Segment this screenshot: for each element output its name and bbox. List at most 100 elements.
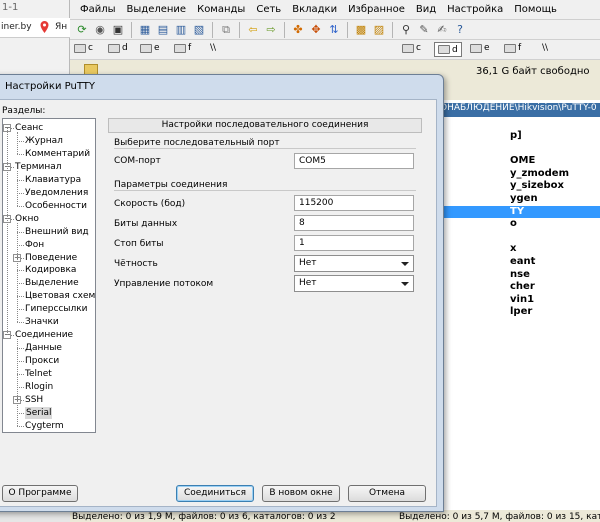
bookmark-label-2[interactable]: Ян xyxy=(55,22,67,32)
about-button[interactable]: О Программе xyxy=(2,485,78,502)
connect-button[interactable]: Соединиться xyxy=(176,485,254,502)
com-port-input[interactable]: COM5 xyxy=(294,153,414,169)
tc-menu-item[interactable]: Сеть xyxy=(256,4,281,15)
chevron-down-icon xyxy=(401,282,409,286)
tc-file-row[interactable]: p] xyxy=(438,130,600,143)
tc-right-path[interactable]: ОНАБЛЮДЕНИЕ\Hikvision\PuTTY-0 xyxy=(438,103,600,117)
tree-item-child[interactable]: Serial xyxy=(25,406,53,419)
back-icon[interactable]: ⇦ xyxy=(245,22,261,38)
tc-file-row[interactable]: o xyxy=(438,218,600,231)
tree-item-child[interactable]: Гиперссылки xyxy=(25,303,88,315)
tree-item-child[interactable]: Cygterm xyxy=(25,420,64,432)
tree-item-root[interactable]: Соединение xyxy=(15,329,73,341)
open-new-window-button[interactable]: В новом окне xyxy=(262,485,340,502)
tc-file-row[interactable]: cher xyxy=(438,281,600,294)
tc-menu-item[interactable]: Вид xyxy=(416,4,436,15)
category-tree[interactable]: Сеанс − Журнал Комментарий Терминал − Клавиату… xyxy=(2,118,96,433)
tree-item-child[interactable]: Фон xyxy=(25,239,44,251)
flow-control-select[interactable]: Нет xyxy=(294,275,414,292)
binoculars-icon[interactable]: ⚲ xyxy=(398,22,414,38)
tc-file-row[interactable]: eant xyxy=(438,256,600,269)
tree-item-child[interactable]: SSH xyxy=(25,394,43,406)
drive-f-left[interactable]: f xyxy=(174,43,191,53)
drive-c-left[interactable]: c xyxy=(74,43,93,53)
browser-bookmarks-bar[interactable]: iner.by Ян xyxy=(0,18,70,38)
tree-item-child[interactable]: Уведомления xyxy=(25,187,88,199)
putty-titlebar[interactable]: Настройки PuTTY xyxy=(0,75,443,97)
cancel-button[interactable]: Отмена xyxy=(348,485,426,502)
drive-f-right[interactable]: f xyxy=(504,43,521,53)
tree-item-child[interactable]: Прокси xyxy=(25,355,59,367)
refresh-icon[interactable]: ⟳ xyxy=(74,22,90,38)
terminal-icon[interactable]: ▣ xyxy=(110,22,126,38)
tc-menu-item[interactable]: Избранное xyxy=(348,4,405,15)
tc-file-row[interactable]: x xyxy=(438,243,600,256)
speed-input[interactable]: 115200 xyxy=(294,195,414,211)
tree-item-child[interactable]: Кодировка xyxy=(25,264,76,276)
tc-right-file-list[interactable]: p] OME y_zmodem y_sizebox ygen TY o x eant nse che… xyxy=(438,130,600,319)
help-icon[interactable]: ? xyxy=(452,22,468,38)
tc-menu-item[interactable]: Помощь xyxy=(514,4,557,15)
rename-icon[interactable]: ✎ xyxy=(416,22,432,38)
connection-params-group-label: Параметры соединения xyxy=(114,180,228,190)
select-files-icon[interactable]: ✤ xyxy=(290,22,306,38)
pack-icon[interactable]: ⧉ xyxy=(218,22,234,38)
tc-file-row[interactable]: OME xyxy=(438,155,600,168)
drive-e-left[interactable]: e xyxy=(140,43,160,53)
tc-file-row[interactable]: y_zmodem xyxy=(438,168,600,181)
notepad-icon[interactable]: ✍ xyxy=(434,22,450,38)
thumbnails-icon[interactable]: ▧ xyxy=(191,22,207,38)
tc-menu-item[interactable]: Настройка xyxy=(447,4,503,15)
drive-d-left[interactable]: d xyxy=(108,43,128,53)
ftp-icon[interactable]: ⇅ xyxy=(326,22,342,38)
tc-file-row[interactable]: vin1 xyxy=(438,294,600,307)
archive-icon[interactable]: ▩ xyxy=(353,22,369,38)
flow-control-value: Нет xyxy=(299,278,317,288)
tree-item-child[interactable]: Rlogin xyxy=(25,381,53,393)
tc-menu-item[interactable]: Файлы xyxy=(80,4,116,15)
tree-item-child[interactable]: Значки xyxy=(25,316,59,328)
tree-item-child[interactable]: Клавиатура xyxy=(25,174,81,186)
unpack-icon[interactable]: ▨ xyxy=(371,22,387,38)
tree-item-child[interactable]: Особенности xyxy=(25,200,87,212)
full-view-icon[interactable]: ▤ xyxy=(155,22,171,38)
drive-e-right[interactable]: e xyxy=(470,43,490,53)
tc-menu-item[interactable]: Вкладки xyxy=(292,4,337,15)
network-drive-left[interactable]: \\ xyxy=(210,43,216,53)
brief-view-icon[interactable]: ▦ xyxy=(137,22,153,38)
tree-view-icon[interactable]: ▥ xyxy=(173,22,189,38)
tc-menu-item[interactable]: Команды xyxy=(197,4,245,15)
forward-icon[interactable]: ⇨ xyxy=(263,22,279,38)
tree-item-child[interactable]: Журнал xyxy=(25,135,63,147)
location-pin-icon xyxy=(40,21,49,33)
tree-item-child[interactable]: Telnet xyxy=(25,368,52,380)
tc-file-row[interactable]: lper xyxy=(438,306,600,319)
tc-file-row[interactable] xyxy=(438,143,600,156)
parity-select[interactable]: Нет xyxy=(294,255,414,272)
tree-item-child[interactable]: Данные xyxy=(25,342,62,354)
tc-file-row[interactable]: nse xyxy=(438,269,600,282)
connect-icon[interactable]: ◉ xyxy=(92,22,108,38)
drive-c-right[interactable]: c xyxy=(402,43,421,53)
unselect-files-icon[interactable]: ✥ xyxy=(308,22,324,38)
stop-bits-input[interactable]: 1 xyxy=(294,235,414,251)
network-drive-right[interactable]: \\ xyxy=(542,43,548,53)
tc-free-space: 36,1 G байт свободно xyxy=(476,66,590,77)
tree-item-root[interactable]: Терминал xyxy=(15,161,62,173)
tc-file-row[interactable] xyxy=(438,231,600,244)
tree-item-child[interactable]: Поведение xyxy=(25,252,77,264)
drive-icon xyxy=(402,43,414,53)
drive-d-right[interactable]: d xyxy=(434,42,462,57)
data-bits-input[interactable]: 8 xyxy=(294,215,414,231)
tree-item-root[interactable]: Сеанс xyxy=(15,122,43,134)
bookmark-label[interactable]: iner.by xyxy=(1,22,32,32)
tc-file-row[interactable]: y_sizebox xyxy=(438,180,600,193)
tree-item-root[interactable]: Окно xyxy=(15,213,39,225)
tree-item-child[interactable]: Цветовая схема xyxy=(25,290,95,302)
tree-item-child[interactable]: Внешний вид xyxy=(25,226,89,238)
tree-item-child[interactable]: Выделение xyxy=(25,277,79,289)
tree-item-child[interactable]: Комментарий xyxy=(25,148,90,160)
tc-file-row[interactable]: TY xyxy=(438,205,600,219)
tc-file-row[interactable]: ygen xyxy=(438,193,600,206)
tc-menu-item[interactable]: Выделение xyxy=(127,4,187,15)
